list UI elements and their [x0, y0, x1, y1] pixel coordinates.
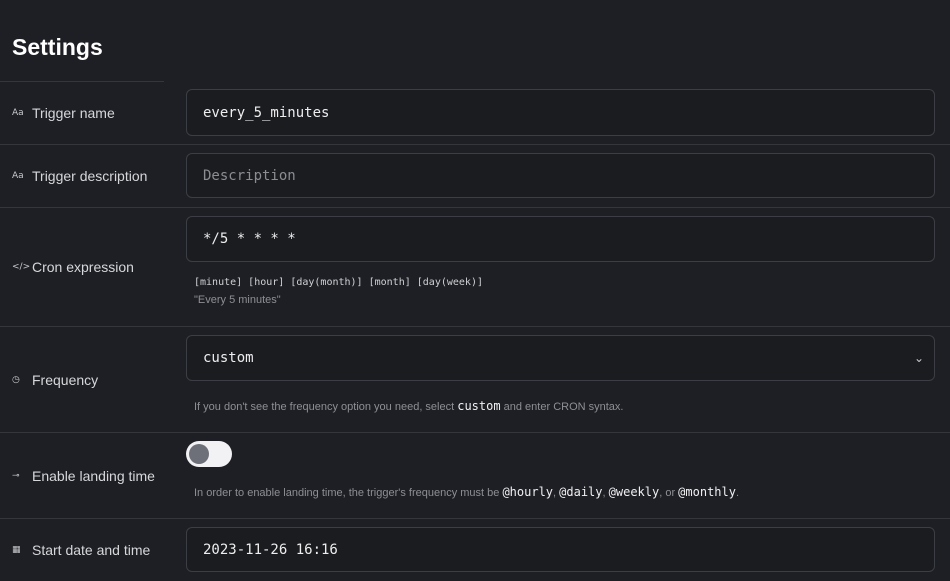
text-type-icon: Aa: [12, 108, 24, 118]
trigger-description-label-text: Trigger description: [32, 168, 148, 184]
toggle-knob: [189, 444, 209, 464]
chevron-down-icon: ⌄: [913, 351, 924, 365]
row-divider: [0, 207, 950, 208]
cron-expression-label: </> Cron expression: [12, 257, 134, 277]
trigger-name-input[interactable]: every_5_minutes: [186, 89, 935, 136]
calendar-icon: ▦: [12, 545, 21, 555]
landing-time-toggle[interactable]: [186, 441, 232, 467]
row-divider: [0, 326, 950, 327]
frequency-hint-text-end: and enter CRON syntax.: [500, 401, 624, 413]
frequency-hint: If you don't see the frequency option yo…: [194, 399, 623, 413]
code-icon: </>: [12, 262, 31, 272]
cron-expression-input[interactable]: */5 * * * *: [186, 216, 935, 262]
start-date-value: 2023-11-26 16:16: [203, 541, 338, 558]
start-date-input[interactable]: 2023-11-26 16:16: [186, 527, 935, 572]
title-divider: [0, 81, 164, 82]
settings-page: Settings Aa Trigger name every_5_minutes…: [0, 0, 950, 581]
trigger-name-label-text: Trigger name: [32, 105, 115, 121]
frequency-selected-value: custom: [203, 350, 254, 366]
trigger-description-label: Aa Trigger description: [12, 166, 147, 186]
code-weekly: @weekly: [608, 485, 660, 499]
frequency-label: ◷ Frequency: [12, 370, 98, 390]
trigger-description-placeholder: Description: [203, 167, 296, 184]
cron-expression-value: */5 * * * *: [203, 231, 296, 247]
trigger-name-value: every_5_minutes: [203, 104, 330, 121]
start-date-label: ▦ Start date and time: [12, 540, 150, 560]
clock-icon: ◷: [12, 375, 20, 385]
code-monthly: @monthly: [678, 485, 736, 499]
landing-hint-text: In order to enable landing time, the tri…: [194, 487, 503, 499]
start-date-label-text: Start date and time: [32, 542, 151, 558]
row-divider: [0, 518, 950, 519]
cron-syntax-hint: [minute] [hour] [day(month)] [month] [da…: [194, 277, 483, 288]
text-type-icon: Aa: [12, 171, 24, 181]
landing-time-label: ⊸ Enable landing time: [12, 466, 155, 486]
landing-time-label-text: Enable landing time: [32, 468, 155, 484]
trigger-name-label: Aa Trigger name: [12, 103, 115, 123]
landing-time-hint: In order to enable landing time, the tri…: [194, 485, 739, 499]
trigger-description-input[interactable]: Description: [186, 153, 935, 198]
row-divider: [0, 144, 950, 145]
landing-icon: ⊸: [12, 471, 20, 481]
cron-expression-label-text: Cron expression: [32, 259, 134, 275]
frequency-hint-code: custom: [457, 399, 501, 413]
landing-hint-end: .: [735, 487, 740, 499]
separator: , or: [659, 487, 679, 499]
frequency-hint-text: If you don't see the frequency option yo…: [194, 401, 458, 413]
row-divider: [0, 432, 950, 433]
cron-description: "Every 5 minutes": [194, 294, 281, 306]
frequency-label-text: Frequency: [32, 372, 99, 388]
code-daily: @daily: [559, 485, 603, 499]
frequency-select[interactable]: custom ⌄: [186, 335, 935, 381]
code-hourly: @hourly: [502, 485, 554, 499]
page-title: Settings: [12, 34, 103, 60]
